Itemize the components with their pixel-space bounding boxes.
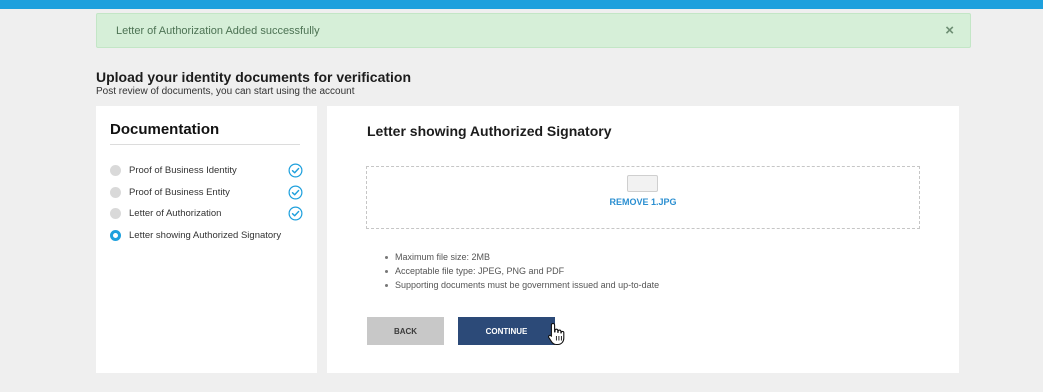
rule-text: Maximum file size: 2MB (395, 252, 491, 262)
upload-rules-list: Maximum file size: 2MB Acceptable file t… (385, 250, 659, 292)
page-subtitle: Post review of documents, you can start … (96, 86, 355, 97)
upload-panel: Letter showing Authorized Signatory REMO… (327, 106, 959, 373)
radio-icon (110, 186, 121, 198)
back-button[interactable]: BACK (367, 317, 444, 345)
file-thumbnail-icon (627, 175, 658, 192)
rule-item: Acceptable file type: JPEG, PNG and PDF (385, 264, 659, 278)
doc-item-label: Letter showing Authorized Signatory (129, 230, 282, 242)
success-alert: Letter of Authorization Added successful… (96, 13, 971, 48)
rule-text: Supporting documents must be government … (395, 280, 660, 290)
doc-item-proof-of-business-identity[interactable]: Proof of Business Identity (110, 160, 303, 182)
rule-item: Supporting documents must be government … (385, 278, 659, 292)
upload-dropzone[interactable]: REMOVE 1.JPG (366, 166, 920, 229)
close-icon[interactable]: × (945, 23, 954, 38)
alert-message: Letter of Authorization Added successful… (116, 24, 320, 37)
documentation-list: Proof of Business Identity Proof of Busi… (110, 160, 303, 246)
section-title: Letter showing Authorized Signatory (367, 123, 612, 139)
documentation-title: Documentation (110, 121, 300, 145)
radio-icon (110, 165, 121, 177)
radio-selected-icon (110, 230, 121, 242)
continue-button[interactable]: CONTINUE (458, 317, 555, 345)
top-accent-bar (0, 0, 1043, 9)
doc-item-letter-showing-authorized-signatory[interactable]: Letter showing Authorized Signatory (110, 225, 303, 247)
check-circle-icon (288, 206, 303, 221)
hand-pointer-cursor-icon (547, 322, 565, 346)
doc-item-label: Proof of Business Entity (129, 186, 230, 198)
check-circle-icon (288, 185, 303, 200)
rule-item: Maximum file size: 2MB (385, 250, 659, 264)
bullet-icon (385, 255, 388, 259)
bullet-icon (385, 269, 388, 273)
remove-file-link[interactable]: REMOVE 1.JPG (367, 197, 919, 207)
doc-item-label: Letter of Authorization (129, 208, 222, 220)
radio-icon (110, 208, 121, 220)
doc-item-proof-of-business-entity[interactable]: Proof of Business Entity (110, 182, 303, 204)
doc-item-label: Proof of Business Identity (129, 165, 237, 177)
page-title: Upload your identity documents for verif… (96, 69, 412, 85)
check-circle-icon (288, 163, 303, 178)
bullet-icon (385, 283, 388, 287)
doc-item-letter-of-authorization[interactable]: Letter of Authorization (110, 203, 303, 225)
page-heading: Upload your identity documents for verif… (96, 69, 411, 97)
rule-text: Acceptable file type: JPEG, PNG and PDF (395, 266, 565, 276)
documentation-panel: Documentation Proof of Business Identity… (96, 106, 317, 373)
